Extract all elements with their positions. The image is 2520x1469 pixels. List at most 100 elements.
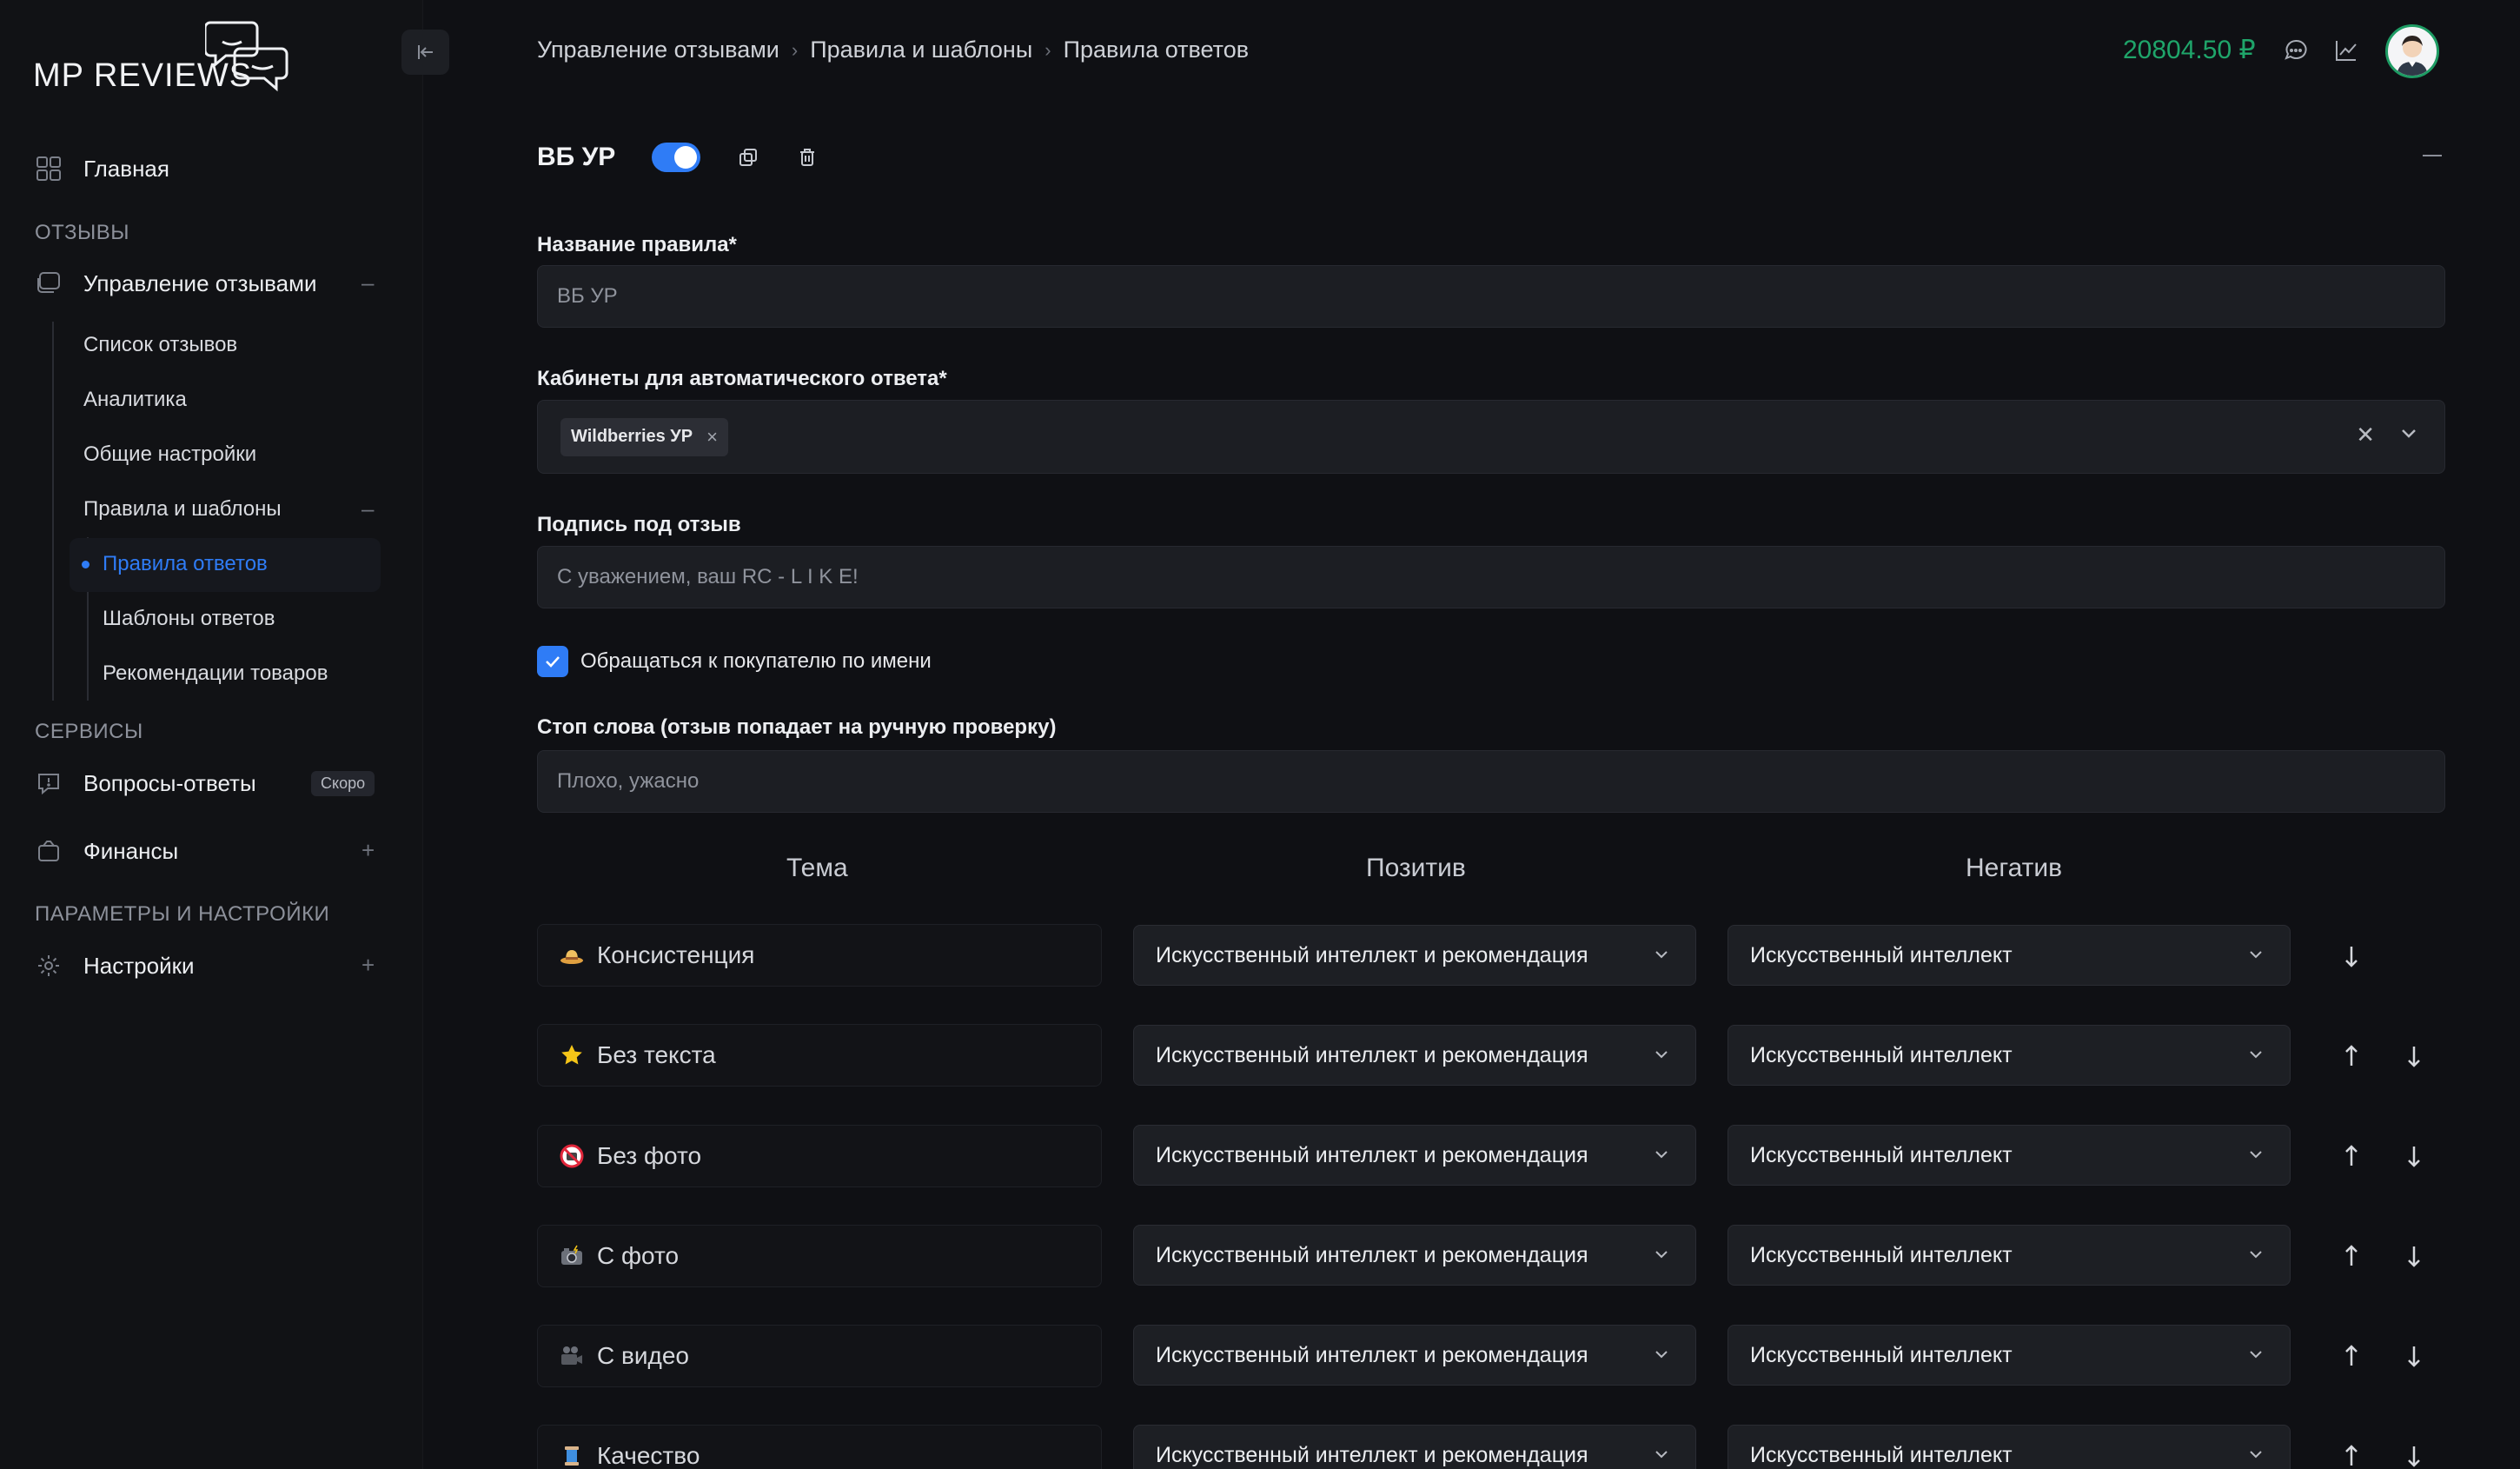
- negative-select[interactable]: Искусственный интеллект: [1728, 1125, 2291, 1186]
- chevron-down-icon: [1655, 951, 1668, 959]
- cabinets-multiselect[interactable]: Wildberries УР × ✕: [537, 400, 2445, 474]
- negative-select[interactable]: Искусственный интеллект: [1728, 925, 2291, 986]
- sidebar-item-product-recommendations[interactable]: Рекомендации товаров: [103, 661, 328, 686]
- negative-select[interactable]: Искусственный интеллект: [1728, 1425, 2291, 1469]
- negative-select-value: Искусственный интеллект: [1750, 942, 2013, 967]
- signature-input[interactable]: С уважением, ваш RC - L I K E!: [537, 546, 2445, 608]
- collapse-rule-button[interactable]: [2423, 155, 2442, 156]
- address-by-name-checkbox[interactable]: [537, 646, 568, 677]
- nav-finances[interactable]: Финансы: [35, 837, 178, 865]
- move-down-arrow-icon[interactable]: [2403, 1240, 2425, 1272]
- chat-bubbles-logo-icon: [205, 21, 288, 92]
- move-up-arrow-icon[interactable]: [2340, 1040, 2363, 1072]
- negative-select[interactable]: Искусственный интеллект: [1728, 1025, 2291, 1086]
- positive-select-value: Искусственный интеллект и рекомендация: [1156, 1142, 1588, 1167]
- chevron-down-icon[interactable]: [2399, 423, 2418, 442]
- soon-badge: Скоро: [311, 771, 375, 796]
- move-down-arrow-icon[interactable]: [2403, 1040, 2425, 1072]
- check-icon: [546, 656, 560, 668]
- positive-select[interactable]: Искусственный интеллект и рекомендация: [1133, 1125, 1696, 1186]
- breadcrumb-chevron-icon: ›: [791, 38, 799, 61]
- chart-icon[interactable]: [2332, 37, 2360, 64]
- stopwords-input[interactable]: Плохо, ужасно: [537, 750, 2445, 813]
- expand-settings-icon[interactable]: +: [361, 952, 375, 979]
- address-by-name-label[interactable]: Обращаться к покупателю по имени: [580, 649, 932, 674]
- positive-select[interactable]: Искусственный интеллект и рекомендация: [1133, 1425, 1696, 1469]
- move-down-arrow-icon[interactable]: [2403, 1340, 2425, 1372]
- collapse-rules-icon[interactable]: –: [361, 495, 374, 522]
- sidebar-item-reviews-list[interactable]: Список отзывов: [83, 333, 237, 357]
- move-up-arrow-icon[interactable]: [2340, 1340, 2363, 1372]
- cabinet-chip-label: Wildberries УР: [571, 427, 693, 446]
- sidebar-item-answer-rules[interactable]: Правила ответов: [103, 552, 268, 576]
- nav-qa-label: Вопросы-ответы: [83, 769, 256, 796]
- chevron-down-icon: [2250, 1051, 2262, 1059]
- positive-select-value: Искусственный интеллект и рекомендация: [1156, 1342, 1588, 1367]
- question-chat-icon: [35, 769, 63, 797]
- sidebar-item-rules-templates[interactable]: Правила и шаблоны: [83, 497, 282, 522]
- copy-icon[interactable]: [735, 144, 761, 170]
- section-reviews: ОТЗЫВЫ: [35, 221, 130, 244]
- chevron-down-icon: [1655, 1151, 1668, 1159]
- chevron-down-icon: [2250, 1351, 2262, 1359]
- balance[interactable]: 20804.50 ₽: [2123, 35, 2256, 65]
- hat-icon: [559, 942, 585, 968]
- theme-label: Консистенция: [597, 941, 755, 968]
- move-down-arrow-icon[interactable]: [2403, 1440, 2425, 1469]
- negative-select[interactable]: Искусственный интеллект: [1728, 1225, 2291, 1286]
- sidebar-item-analytics[interactable]: Аналитика: [83, 388, 187, 412]
- stopwords-label: Стоп слова (отзыв попадает на ручную про…: [537, 715, 1057, 739]
- positive-select[interactable]: Искусственный интеллект и рекомендация: [1133, 925, 1696, 986]
- collapse-manage-reviews-icon[interactable]: –: [361, 269, 374, 296]
- sidebar-item-general-settings[interactable]: Общие настройки: [83, 442, 256, 467]
- rule-enabled-toggle[interactable]: [652, 143, 700, 172]
- breadcrumb: Управление отзывами › Правила и шаблоны …: [537, 37, 1249, 63]
- sidebar-item-answer-templates[interactable]: Шаблоны ответов: [103, 607, 275, 631]
- active-dot: [82, 561, 90, 568]
- nav-manage-reviews[interactable]: Управление отзывами: [35, 269, 317, 297]
- breadcrumb-item[interactable]: Управление отзывами: [537, 37, 779, 63]
- avatar[interactable]: [2385, 24, 2439, 78]
- positive-select-value: Искусственный интеллект и рекомендация: [1156, 1442, 1588, 1467]
- collapse-sidebar-button[interactable]: [401, 30, 449, 75]
- chat-icon[interactable]: [2282, 37, 2310, 64]
- positive-select[interactable]: Искусственный интеллект и рекомендация: [1133, 1025, 1696, 1086]
- theme-cell: С фото: [537, 1225, 1102, 1287]
- positive-select[interactable]: Искусственный интеллект и рекомендация: [1133, 1325, 1696, 1386]
- theme-cell: Без фото: [537, 1125, 1102, 1187]
- expand-finances-icon[interactable]: +: [361, 837, 375, 864]
- negative-select[interactable]: Искусственный интеллект: [1728, 1325, 2291, 1386]
- cabinet-chip: Wildberries УР ×: [560, 417, 728, 456]
- nav-qa[interactable]: Вопросы-ответы: [35, 769, 256, 797]
- thread-spool-icon: [559, 1443, 585, 1469]
- signature-label: Подпись под отзыв: [537, 513, 741, 536]
- nav-settings[interactable]: Настройки: [35, 952, 195, 980]
- negative-select-value: Искусственный интеллект: [1750, 1242, 2013, 1267]
- nav-manage-reviews-label: Управление отзывами: [83, 269, 317, 296]
- section-services: СЕРВИСЫ: [35, 720, 143, 743]
- nav-home-label: Главная: [83, 155, 169, 182]
- chevron-down-icon: [2250, 1251, 2262, 1259]
- grid-icon: [35, 155, 63, 183]
- logo[interactable]: MP REVIEWS: [33, 19, 288, 95]
- clear-icon[interactable]: ✕: [2356, 422, 2375, 449]
- trash-icon[interactable]: [794, 144, 820, 170]
- theme-cell: Качество: [537, 1425, 1102, 1469]
- negative-select-value: Искусственный интеллект: [1750, 1142, 2013, 1167]
- breadcrumb-chevron-icon: ›: [1044, 38, 1051, 61]
- move-down-arrow-icon[interactable]: [2340, 941, 2363, 972]
- breadcrumb-item[interactable]: Правила и шаблоны: [810, 37, 1032, 63]
- nav-home[interactable]: Главная: [35, 155, 169, 183]
- move-up-arrow-icon[interactable]: [2340, 1440, 2363, 1469]
- chevron-down-icon: [1655, 1051, 1668, 1059]
- move-down-arrow-icon[interactable]: [2403, 1140, 2425, 1172]
- gear-icon: [35, 952, 63, 980]
- col-theme-header: Тема: [786, 854, 848, 882]
- breadcrumb-current: Правила ответов: [1063, 37, 1250, 63]
- remove-chip-icon[interactable]: ×: [706, 426, 718, 449]
- positive-select[interactable]: Искусственный интеллект и рекомендация: [1133, 1225, 1696, 1286]
- rule-name-input[interactable]: ВБ УР: [537, 265, 2445, 328]
- move-up-arrow-icon[interactable]: [2340, 1240, 2363, 1272]
- section-params: ПАРАМЕТРЫ И НАСТРОЙКИ: [35, 902, 330, 926]
- move-up-arrow-icon[interactable]: [2340, 1140, 2363, 1172]
